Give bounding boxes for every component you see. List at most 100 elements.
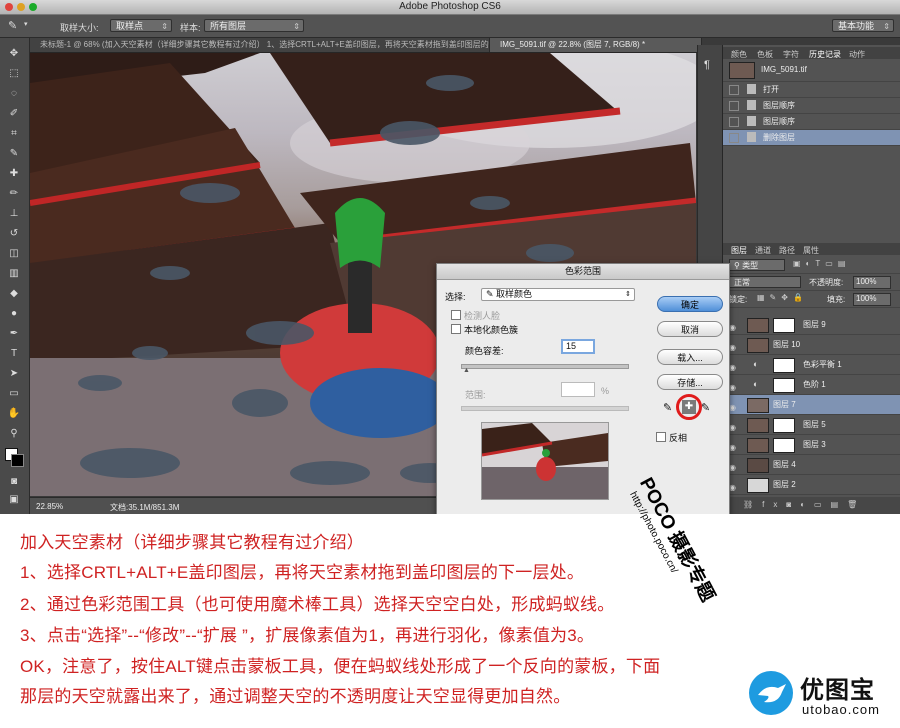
layer-row[interactable]: ◉ ◐ 色阶 1	[723, 375, 900, 395]
document-tab-active[interactable]: IMG_5091.tif @ 22.8% (图层 7, RGB/8) *	[490, 38, 702, 52]
paragraph-panel-icon[interactable]: ¶	[704, 59, 710, 71]
preview-image	[482, 423, 608, 499]
document-tab[interactable]: 未标题-1 @ 68% (加入天空素材（详细步骤其它教程有过介绍） 1、选择CR…	[30, 38, 490, 52]
fuzziness-slider[interactable]	[461, 364, 629, 369]
localized-clusters-checkbox[interactable]	[451, 324, 461, 334]
range-unit: %	[601, 386, 610, 396]
instruction-line: 那层的天空就露出来了，通过调整天空的不透明度让天空显得更加自然。	[20, 687, 571, 706]
dodge-tool-icon[interactable]: ●	[6, 308, 22, 320]
logo-name: 优图宝	[800, 677, 875, 704]
invert-checkbox[interactable]	[656, 432, 666, 442]
history-item[interactable]: 图层顺序	[723, 114, 900, 130]
save-button[interactable]: 存储...	[657, 374, 723, 390]
type-tool-icon[interactable]: T	[6, 348, 22, 360]
snapshot-thumbnail	[729, 62, 755, 79]
layer-row[interactable]: ◉ 图层 5	[723, 415, 900, 435]
layer-row[interactable]: ◉ ◐ 色彩平衡 1	[723, 355, 900, 375]
window-title: Adobe Photoshop CS6	[399, 1, 501, 12]
eraser-tool-icon[interactable]: ◫	[6, 248, 22, 260]
screen-mode-icon[interactable]: ▣	[6, 494, 22, 506]
adjustment-layer-icon: ◐	[753, 379, 759, 389]
clone-stamp-tool-icon[interactable]: ⊥	[6, 208, 22, 220]
eyedropper-icon[interactable]: ✎	[663, 401, 672, 414]
eyedropper-tool-icon[interactable]: ✎	[8, 19, 17, 32]
layer-row-selected[interactable]: ◉ 图层 7	[723, 395, 900, 415]
layer-row[interactable]: ◉ 图层 3	[723, 435, 900, 455]
brush-tool-icon[interactable]: ✏	[6, 188, 22, 200]
eyedropper-icon: ✎	[486, 289, 497, 299]
sample-select[interactable]: 所有图层	[204, 19, 304, 33]
eyedropper-tool-icon[interactable]: ✎	[6, 148, 22, 160]
dialog-title: 色彩范围	[437, 264, 729, 280]
sample-label: 样本:	[180, 23, 201, 33]
tab-channels[interactable]: 通道	[755, 245, 771, 256]
photoshop-window: Adobe Photoshop CS6 ✎ ▾ 取样大小: 取样点 样本: 所有…	[0, 0, 900, 514]
tool-preset-chevron-icon[interactable]: ▾	[24, 20, 28, 28]
tab-layers[interactable]: 图层	[731, 245, 747, 256]
history-panel-tabs: 颜色 色板 字符 历史记录 动作	[723, 47, 900, 59]
fuzziness-slider-thumb[interactable]: ▲	[463, 367, 470, 374]
select-dropdown[interactable]: ✎ 取样颜色 ⇕	[481, 288, 635, 301]
background-color-swatch[interactable]	[11, 454, 24, 467]
blend-mode-select[interactable]: 正常	[729, 276, 801, 288]
history-state-icon	[747, 84, 756, 94]
zoom-level[interactable]: 22.85%	[36, 502, 63, 511]
sample-size-label: 取样大小:	[60, 23, 99, 33]
range-label: 范围:	[465, 390, 486, 400]
healing-brush-tool-icon[interactable]: ✚	[6, 168, 22, 180]
utobao-logo: 优图宝 utobao.com	[748, 664, 900, 728]
blur-tool-icon[interactable]: ◆	[6, 288, 22, 300]
history-brush-tool-icon[interactable]: ↺	[6, 228, 22, 240]
history-item[interactable]: 图层顺序	[723, 98, 900, 114]
lasso-tool-icon[interactable]: ◌	[6, 88, 22, 100]
gradient-tool-icon[interactable]: ▥	[6, 268, 22, 280]
tab-paths[interactable]: 路径	[779, 245, 795, 256]
fuzziness-input[interactable]: 15	[561, 339, 595, 354]
fill-input[interactable]: 100%	[853, 293, 891, 306]
localized-clusters-label: 本地化颜色簇	[464, 325, 519, 335]
detect-faces-checkbox[interactable]	[451, 310, 461, 320]
chevron-down-icon: ⇕	[625, 291, 631, 298]
pen-tool-icon[interactable]: ✒	[6, 328, 22, 340]
marquee-tool-icon[interactable]: ⬚	[6, 68, 22, 80]
logo-url: utobao.com	[802, 702, 880, 717]
opacity-label: 不透明度:	[809, 278, 844, 287]
opacity-input[interactable]: 100%	[853, 276, 891, 289]
path-select-tool-icon[interactable]: ➤	[6, 368, 22, 380]
instruction-line: 1、选择CRTL+ALT+E盖印图层，再将天空素材拖到盖印图层的下一层处。	[20, 563, 585, 582]
quick-mask-icon[interactable]: ◙	[6, 476, 22, 488]
poco-watermark: POCO 摄影专题 http://photo.poco.cn/	[627, 472, 798, 612]
ok-button[interactable]: 确定	[657, 296, 723, 312]
fuzziness-label: 颜色容差:	[465, 346, 504, 356]
detect-faces-label: 检测人脸	[464, 311, 501, 321]
lock-label: 锁定:	[729, 295, 748, 304]
bird-logo-icon	[749, 671, 793, 715]
fill-label: 填充:	[827, 295, 846, 304]
eyedropper-minus-icon[interactable]: ✎	[701, 401, 710, 414]
range-input[interactable]	[561, 382, 595, 397]
history-item-current[interactable]: 删除图层	[723, 130, 900, 146]
move-tool-icon[interactable]: ✥	[6, 48, 22, 60]
layer-filter-row: ⚲ 类型 ▣◐T▭▤	[723, 257, 900, 274]
hand-tool-icon[interactable]: ✋	[6, 408, 22, 420]
history-snapshot[interactable]: IMG_5091.tif	[723, 59, 900, 82]
workspace-select[interactable]: 基本功能	[832, 19, 894, 33]
search-icon: ⚲	[734, 261, 743, 270]
sample-size-select[interactable]: 取样点	[110, 19, 172, 33]
filter-icons[interactable]: ▣◐T▭▤	[793, 259, 850, 268]
zoom-tool-icon[interactable]: ⚲	[6, 428, 22, 440]
range-slider[interactable]	[461, 406, 629, 411]
select-label: 选择:	[445, 292, 466, 302]
tab-properties[interactable]: 属性	[803, 245, 819, 256]
cancel-button[interactable]: 取消	[657, 321, 723, 337]
status-bar: 22.85% 文档:35.1M/851.3M	[30, 497, 436, 514]
crop-tool-icon[interactable]: ⌗	[6, 128, 22, 140]
shape-tool-icon[interactable]: ▭	[6, 388, 22, 400]
layer-row[interactable]: ◉ 图层 10	[723, 335, 900, 355]
quick-select-tool-icon[interactable]: ✐	[6, 108, 22, 120]
history-item[interactable]: 打开	[723, 82, 900, 98]
layer-filter-select[interactable]: ⚲ 类型	[729, 259, 785, 271]
load-button[interactable]: 载入...	[657, 349, 723, 365]
lock-icons[interactable]: ▦✎✥🔒	[757, 293, 808, 302]
layer-row[interactable]: ◉ 图层 9	[723, 315, 900, 335]
